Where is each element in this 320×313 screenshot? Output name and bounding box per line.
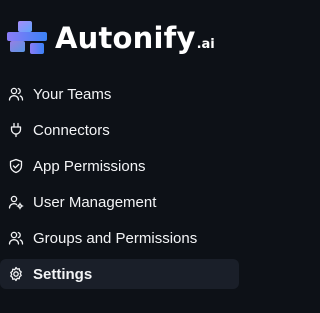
brand-logo[interactable]: Autonify .ai: [4, 16, 215, 60]
sidebar-nav: Your Teams Connectors App Permissions Us…: [0, 79, 243, 295]
sidebar-item-user-management[interactable]: User Management: [0, 187, 243, 217]
sidebar-item-label: User Management: [33, 193, 157, 211]
sidebar-item-label: Your Teams: [33, 85, 112, 103]
sidebar-item-your-teams[interactable]: Your Teams: [0, 79, 243, 109]
sidebar-item-app-permissions[interactable]: App Permissions: [0, 151, 243, 181]
sidebar-item-connectors[interactable]: Connectors: [0, 115, 243, 145]
plug-icon: [8, 122, 24, 138]
users-icon: [8, 230, 24, 246]
sidebar-item-label: Groups and Permissions: [33, 229, 198, 247]
user-cog-icon: [8, 194, 24, 210]
sidebar-item-label: App Permissions: [33, 157, 146, 175]
sidebar-item-label: Settings: [33, 265, 93, 283]
sidebar-item-groups-and-permissions[interactable]: Groups and Permissions: [0, 223, 243, 253]
sidebar-item-settings[interactable]: Settings: [0, 259, 239, 289]
brand-suffix: .ai: [196, 37, 215, 52]
shield-check-icon: [8, 158, 24, 174]
sidebar-item-label: Connectors: [33, 121, 110, 139]
users-icon: [8, 86, 24, 102]
autonify-logo-icon: [7, 21, 47, 54]
brand-name: Autonify: [55, 20, 196, 55]
gear-icon: [8, 266, 24, 282]
